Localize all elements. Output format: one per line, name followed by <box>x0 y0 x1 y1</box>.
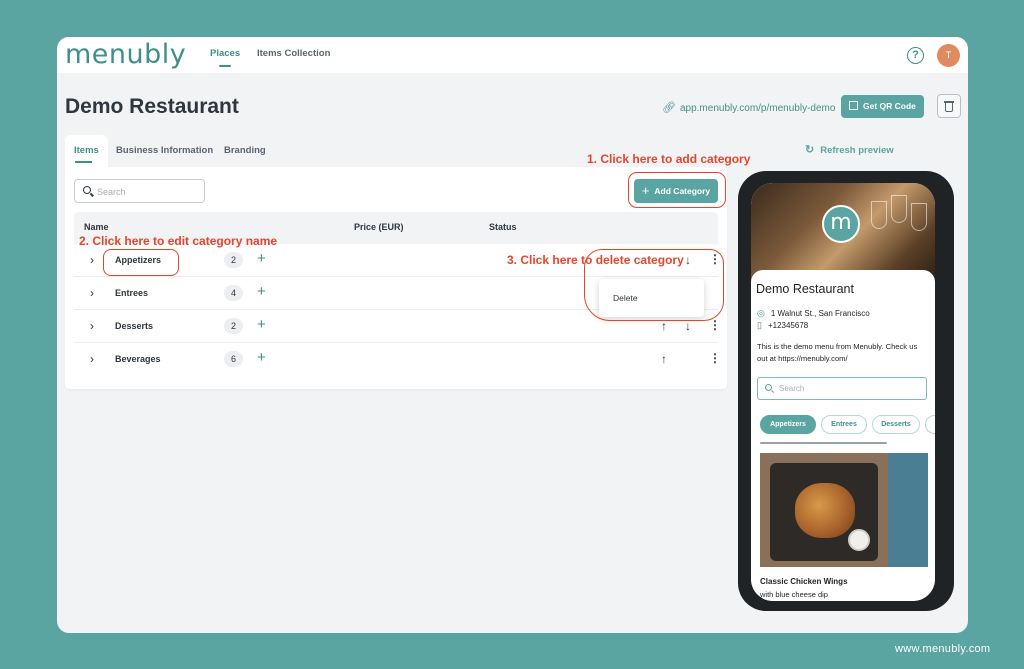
column-status: Status <box>489 222 517 232</box>
column-price: Price (EUR) <box>354 222 404 232</box>
category-chip-entrees[interactable]: Entrees <box>821 415 867 434</box>
arrow-up-icon[interactable]: ↑ <box>661 352 667 366</box>
address-line: ◎ 1 Walnut St., San Francisco <box>757 308 870 319</box>
nav-places[interactable]: Places <box>210 48 240 59</box>
search-icon <box>765 384 772 391</box>
location-pin-icon: ◎ <box>757 308 765 318</box>
tab-items[interactable]: Items <box>65 135 108 167</box>
annotation-oval-edit <box>103 249 179 276</box>
phone-icon: ▯ <box>757 320 762 330</box>
chevron-right-icon[interactable]: › <box>90 286 94 300</box>
tab-business-information[interactable]: Business Information <box>116 135 213 167</box>
item-count-badge: 2 <box>224 252 243 268</box>
table-row[interactable]: › Beverages 6 + ↑ ⋮ <box>74 343 721 376</box>
phone-screen: m Demo Restaurant ◎ 1 Walnut St., San Fra… <box>751 183 935 601</box>
dish-plate-image <box>770 463 878 561</box>
item-count-badge: 2 <box>224 318 243 334</box>
add-item-icon[interactable]: + <box>257 349 266 367</box>
search-input[interactable] <box>97 184 197 199</box>
annotation-edit-category: 2. Click here to edit category name <box>79 234 278 248</box>
category-name[interactable]: Beverages <box>115 354 161 364</box>
qr-code-icon <box>849 101 858 110</box>
restaurant-logo: m <box>822 205 860 243</box>
item-count-badge: 4 <box>224 285 243 301</box>
add-item-icon[interactable]: + <box>257 316 266 334</box>
column-name: Name <box>84 222 109 232</box>
dip-bowl-image <box>848 529 870 551</box>
annotation-add-category: 1. Click here to add category <box>587 152 751 166</box>
refresh-icon: ↻ <box>805 144 815 156</box>
avatar[interactable]: T <box>937 44 960 67</box>
help-icon[interactable]: ? <box>907 47 924 64</box>
phone-text: +12345678 <box>767 321 809 330</box>
search-icon <box>83 186 91 194</box>
trash-icon-body <box>945 103 953 112</box>
wine-glass-image <box>911 203 927 231</box>
get-qr-code-button[interactable]: Get QR Code <box>841 95 924 118</box>
wine-glass-image <box>891 195 907 223</box>
delete-place-button[interactable] <box>937 94 961 118</box>
chevron-right-icon[interactable]: › <box>90 253 94 267</box>
arrow-down-icon[interactable]: ↓ <box>685 319 691 333</box>
chicken-wings-image <box>795 483 855 538</box>
dish-board-image <box>760 453 888 567</box>
qr-button-label: Get QR Code <box>863 101 916 111</box>
add-item-icon[interactable]: + <box>257 250 266 268</box>
add-item-icon[interactable]: + <box>257 283 266 301</box>
restaurant-cover-image: m <box>751 183 935 283</box>
search-box[interactable] <box>74 179 205 203</box>
top-nav-bar: menubly Places Items Collection ? T <box>57 37 968 73</box>
restaurant-name: Demo Restaurant <box>756 282 854 296</box>
tab-active-indicator <box>75 161 92 163</box>
category-chip-desserts[interactable]: Desserts <box>872 415 920 434</box>
footer-url: www.menubly.com <box>895 643 991 655</box>
dish-subtitle: with blue cheese dip <box>760 590 828 599</box>
tab-branding[interactable]: Branding <box>224 135 266 167</box>
refresh-preview-button[interactable]: ↻ Refresh preview <box>805 143 894 156</box>
dish-title[interactable]: Classic Chicken Wings <box>760 577 848 586</box>
chevron-right-icon[interactable]: › <box>90 319 94 333</box>
refresh-preview-label: Refresh preview <box>820 145 894 156</box>
more-options-icon[interactable]: ⋮ <box>709 351 721 365</box>
tab-items-label: Items <box>74 145 99 156</box>
category-chip-appetizers[interactable]: Appetizers <box>760 415 816 434</box>
page-title: Demo Restaurant <box>65 95 239 118</box>
public-menu-link[interactable]: 🔗︎ app.menubly.com/p/menubly-demo <box>662 101 835 114</box>
chevron-right-icon[interactable]: › <box>90 352 94 366</box>
category-name[interactable]: Desserts <box>115 321 153 331</box>
public-link-text: app.menubly.com/p/menubly-demo <box>679 103 836 114</box>
more-options-icon[interactable]: ⋮ <box>709 318 721 332</box>
menu-search-placeholder: Search <box>779 384 805 393</box>
menu-search-box[interactable]: Search <box>757 377 927 400</box>
wine-glass-image <box>871 201 887 229</box>
link-icon: 🔗︎ <box>662 102 676 114</box>
address-text: 1 Walnut St., San Francisco <box>770 309 870 318</box>
item-count-badge: 6 <box>224 351 243 367</box>
annotation-oval-add <box>628 172 726 208</box>
menubly-logo[interactable]: menubly <box>65 39 186 70</box>
restaurant-description: This is the demo menu from Menubly. Chec… <box>757 342 918 363</box>
nav-active-indicator <box>219 65 231 67</box>
chip-scrollbar[interactable] <box>760 442 887 444</box>
phone-line[interactable]: ▯ +12345678 <box>757 320 808 331</box>
category-name[interactable]: Entrees <box>115 288 148 298</box>
arrow-up-icon[interactable]: ↑ <box>661 319 667 333</box>
dish-image[interactable] <box>760 453 928 567</box>
nav-items-collection[interactable]: Items Collection <box>257 48 330 59</box>
annotation-oval-delete <box>584 249 724 321</box>
